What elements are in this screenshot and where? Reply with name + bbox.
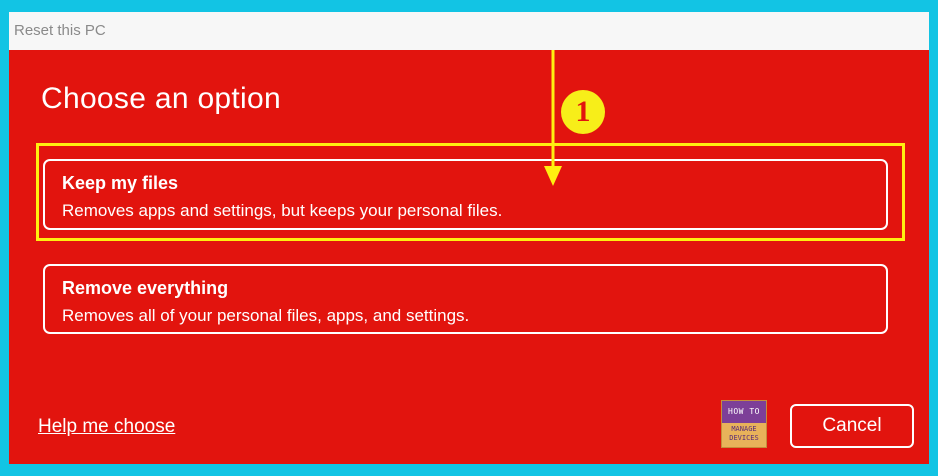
logo-text-mid: MANAGE — [731, 425, 757, 433]
option-title: Keep my files — [62, 173, 179, 193]
option-description: Removes all of your personal files, apps… — [62, 306, 470, 325]
logo-text-bottom: DEVICES — [729, 434, 759, 442]
reset-pc-window: Reset this PC Choose an option Keep my f… — [9, 12, 929, 464]
remove-everything-option[interactable]: Remove everything Removes all of your pe… — [43, 264, 888, 334]
window-title: Reset this PC — [14, 22, 106, 39]
option-title: Remove everything — [62, 278, 229, 298]
cancel-button[interactable]: Cancel — [790, 404, 914, 448]
how-to-manage-devices-logo: HOW TO MANAGE DEVICES — [721, 400, 767, 448]
keep-my-files-option[interactable]: Keep my files Removes apps and settings,… — [43, 159, 888, 230]
help-me-choose-link[interactable]: Help me choose — [38, 416, 175, 438]
logo-text-top: HOW TO — [722, 401, 766, 423]
title-bar: Reset this PC — [9, 12, 929, 50]
step-number-badge: 1 — [561, 90, 605, 134]
page-title: Choose an option — [41, 82, 281, 115]
option-description: Removes apps and settings, but keeps you… — [62, 201, 503, 220]
